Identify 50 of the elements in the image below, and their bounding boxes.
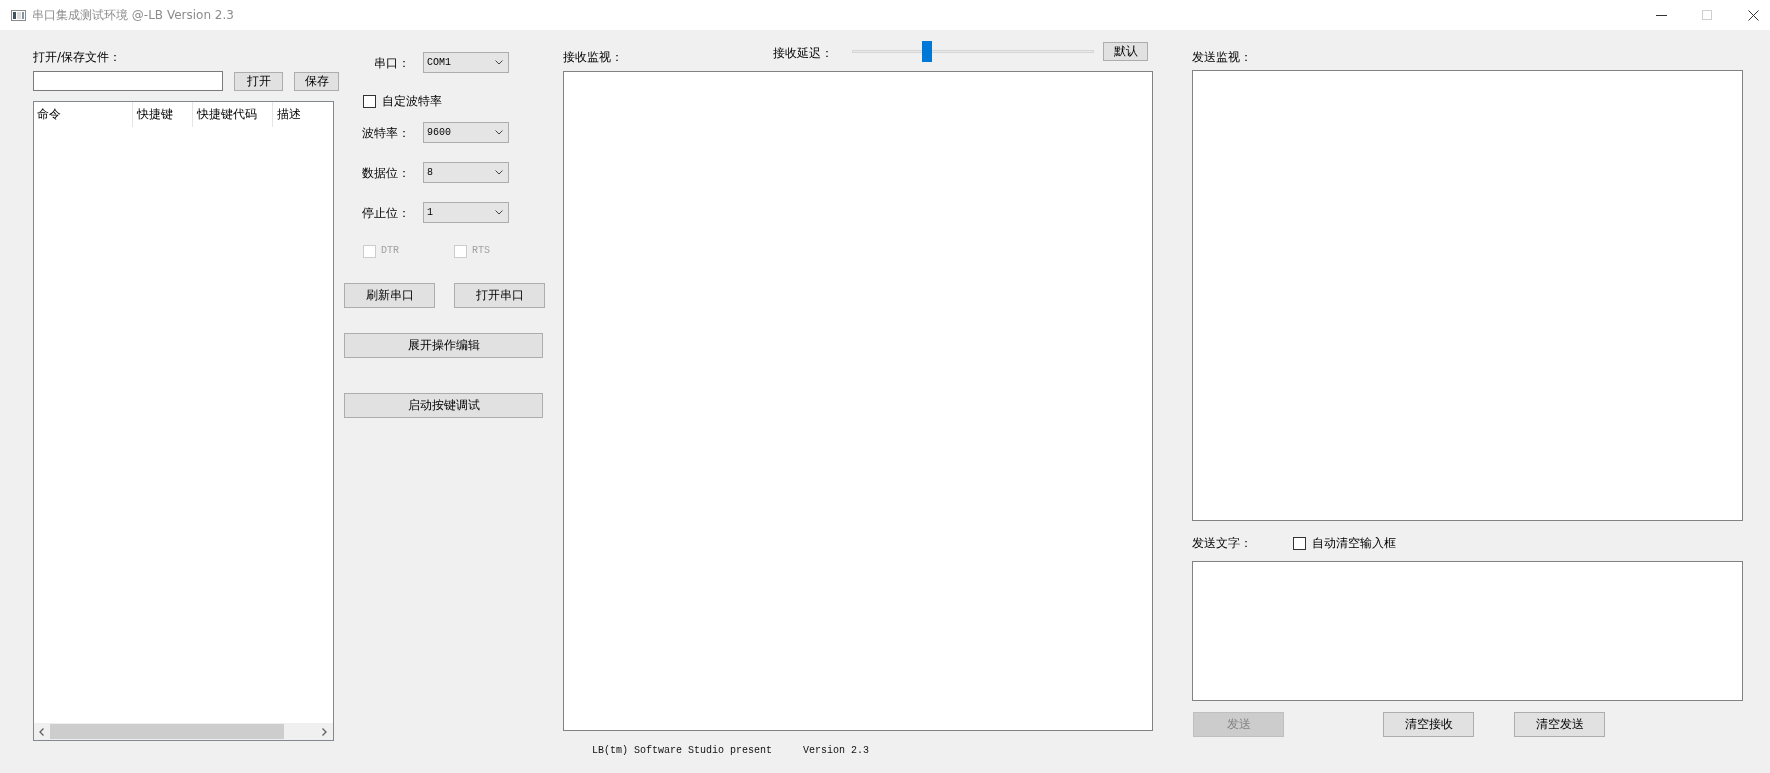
checkbox[interactable] <box>1293 536 1306 550</box>
scroll-right-icon[interactable] <box>322 727 327 736</box>
slider-track[interactable] <box>852 41 1094 62</box>
section-label: 发送监视： <box>1192 50 1252 64</box>
file-button[interactable]: 保存 <box>294 71 339 91</box>
close-icon[interactable] <box>1748 9 1759 21</box>
field-label: 数据位： <box>361 165 410 180</box>
checkbox[interactable] <box>363 94 376 108</box>
default-button[interactable]: 默认 <box>1103 42 1148 61</box>
section-label: 发送文字： <box>1192 536 1253 550</box>
file-path-field[interactable] <box>33 71 223 91</box>
chevron-down-icon <box>495 130 503 135</box>
chevron-down-icon <box>495 210 503 215</box>
action-button[interactable]: 展开操作编辑 <box>344 333 543 358</box>
checkbox-label: RTS <box>472 245 490 257</box>
file-button[interactable]: 打开 <box>234 71 283 91</box>
column-header[interactable]: 快捷键 <box>133 102 193 127</box>
dropdown[interactable]: 1 <box>423 202 509 223</box>
checkbox-label: DTR <box>381 245 399 257</box>
field-label: 波特率： <box>361 125 410 140</box>
slider-label: 接收延迟： <box>773 46 834 60</box>
port-button[interactable]: 刷新串口 <box>344 283 435 308</box>
horizontal-scrollbar[interactable] <box>34 723 333 740</box>
scrollbar-thumb[interactable] <box>50 724 284 739</box>
dropdown[interactable]: 8 <box>423 162 509 183</box>
column-header[interactable]: 快捷键代码 <box>193 102 273 127</box>
send-text-field[interactable] <box>1192 561 1743 701</box>
chevron-down-icon <box>495 60 503 65</box>
column-header[interactable]: 描述 <box>273 102 333 127</box>
credit-text: LB(tm) Software Studio present <box>592 744 773 758</box>
scroll-left-icon[interactable] <box>39 727 44 736</box>
field-label: 停止位： <box>361 205 410 220</box>
section-label: 接收监视： <box>563 50 624 64</box>
version-text: Version 2.3 <box>803 744 870 758</box>
section-label: 打开/保存文件： <box>33 50 122 64</box>
column-header[interactable]: 命令 <box>34 102 133 127</box>
dropdown[interactable]: 9600 <box>423 122 509 143</box>
minimize-icon[interactable] <box>1656 14 1667 16</box>
window-icon <box>11 9 26 21</box>
checkbox-label: 自动清空输入框 <box>1312 536 1396 550</box>
port-button[interactable]: 打开串口 <box>454 283 545 308</box>
checkbox-label: 自定波特率 <box>382 94 442 108</box>
window-title: 串口集成测试环境 @-LB Version 2.3 <box>32 8 234 22</box>
slider-thumb[interactable] <box>921 41 932 62</box>
dropdown[interactable]: COM1 <box>423 52 509 73</box>
field-label: 串口： <box>373 55 410 70</box>
action-button[interactable]: 启动按键调试 <box>344 393 543 418</box>
chevron-down-icon <box>495 170 503 175</box>
send-panel-button[interactable]: 清空接收 <box>1383 712 1474 737</box>
send-panel-button[interactable]: 清空发送 <box>1514 712 1605 737</box>
